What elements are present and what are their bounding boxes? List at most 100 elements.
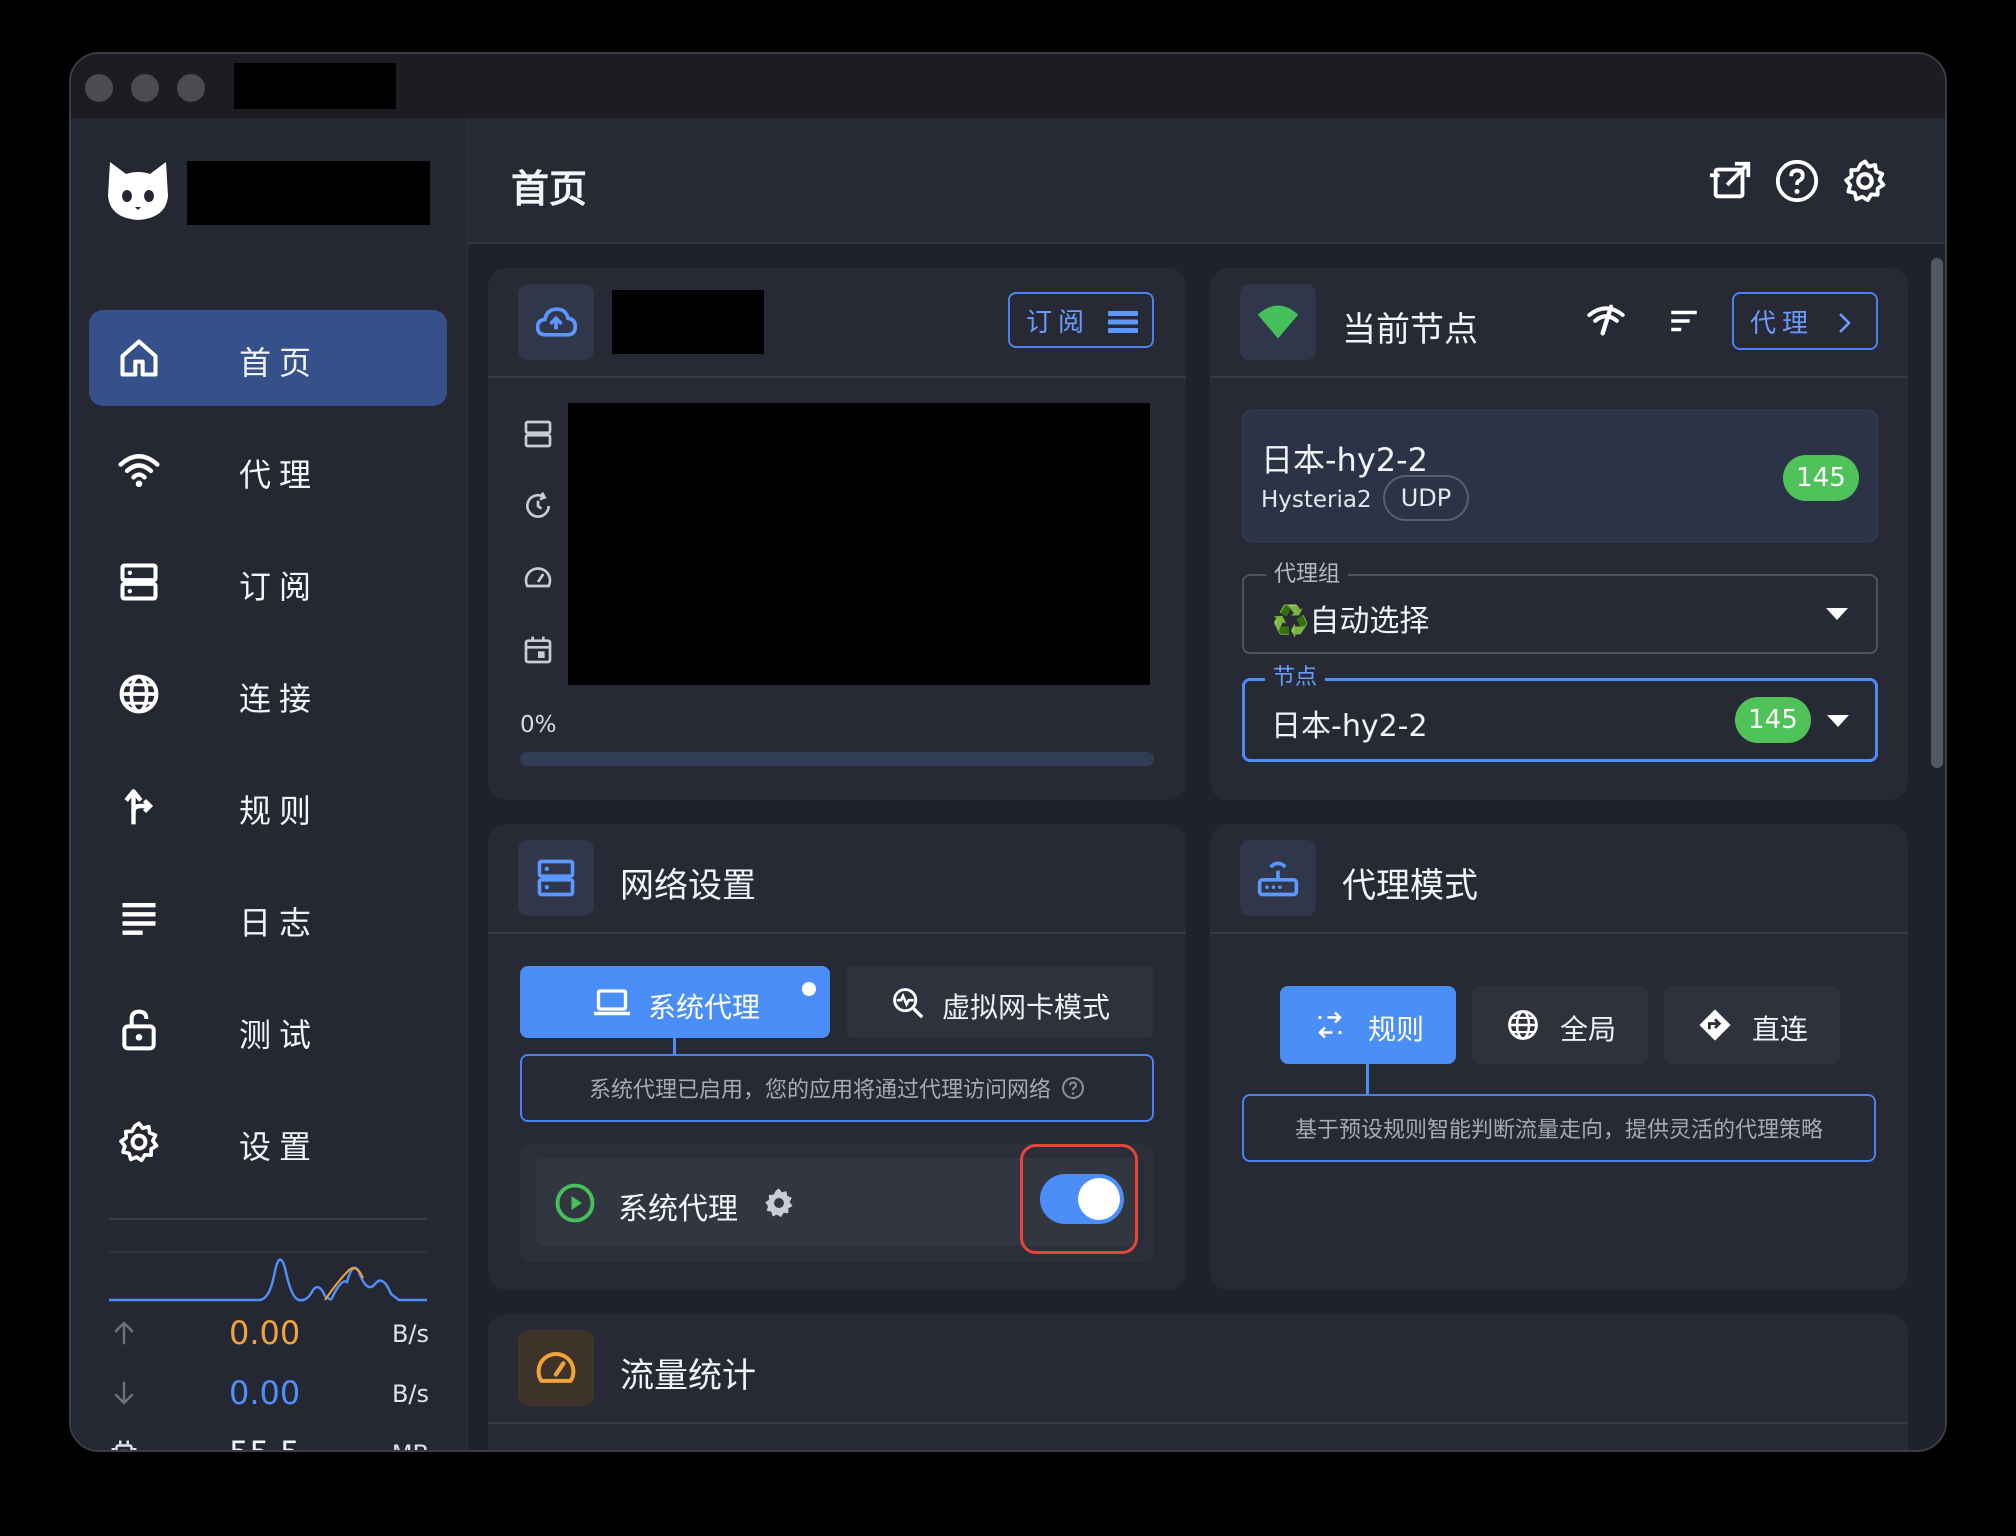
swap-arrows-icon: [1318, 1011, 1342, 1039]
node-select-label: 节点: [1265, 659, 1326, 691]
latency-test-icon[interactable]: [1584, 300, 1628, 340]
wifi-icon: [118, 454, 160, 488]
share-icon[interactable]: [1708, 158, 1754, 204]
brand-name-redacted: [187, 161, 430, 225]
cloud-upload-icon: [535, 307, 578, 337]
toggle-knob: [1078, 1178, 1120, 1220]
globe-icon: [119, 674, 159, 714]
route-icon: [124, 789, 154, 825]
sidebar-divider: [109, 1218, 427, 1220]
download-speed-row: 0.00 B/s: [109, 1374, 429, 1414]
main-content: 首页 订阅 0% 当前节点 代理 日本-hy2-2 Hysteria2 UDP …: [468, 118, 1945, 1450]
main-scrollbar[interactable]: [1931, 258, 1943, 768]
subscription-button-label: 订阅: [1026, 307, 1091, 338]
memory-value: 55.5: [229, 1434, 300, 1450]
sidebar-item-label: 设置: [239, 1128, 320, 1166]
mode-global-button[interactable]: 全局: [1472, 986, 1648, 1064]
node-transport-chip: UDP: [1383, 475, 1469, 521]
proxy-mode-info-text: 基于预设规则智能判断流量走向，提供灵活的代理策略: [1294, 1118, 1823, 1143]
upload-speed-row: 0.00 B/s: [109, 1314, 429, 1354]
current-node-card: 当前节点 代理 日本-hy2-2 Hysteria2 UDP 145 代理组 ♻…: [1210, 268, 1908, 800]
arrow-down-icon: [114, 1381, 134, 1405]
sidebar-item-label: 代理: [239, 456, 320, 494]
network-info-box: 系统代理已启用，您的应用将通过代理访问网络: [520, 1054, 1154, 1122]
sidebar-item-logs[interactable]: 日志: [89, 870, 447, 966]
sidebar-item-label: 首页: [239, 344, 320, 382]
sidebar-item-label: 规则: [239, 792, 320, 830]
current-node-panel[interactable]: 日本-hy2-2 Hysteria2 UDP 145: [1242, 410, 1878, 542]
sidebar-item-label: 测试: [239, 1016, 320, 1054]
network-settings-title: 网络设置: [620, 866, 756, 906]
page-title: 首页: [511, 167, 588, 211]
settings-icon[interactable]: [1842, 158, 1888, 204]
sidebar-item-test[interactable]: 测试: [89, 982, 447, 1078]
mode-rule-button[interactable]: 规则: [1280, 986, 1456, 1064]
network-settings-card: 网络设置 系统代理 虚拟网卡模式 系统代理已启用，您的应用将通过代理访问网络 系…: [488, 824, 1186, 1290]
chevron-right-icon: [1839, 313, 1851, 333]
tab-system-proxy[interactable]: 系统代理: [520, 966, 830, 1038]
sidebar-item-home[interactable]: 首页: [89, 310, 447, 406]
sidebar-item-proxy[interactable]: 代理: [89, 422, 447, 518]
wifi-signal-icon: [1257, 305, 1299, 339]
speedometer-icon: [536, 1352, 576, 1383]
subscription-progress-text: 0%: [520, 712, 557, 738]
server-icon: [120, 563, 158, 601]
node-protocol: Hysteria2: [1261, 487, 1372, 513]
lock-icon: [122, 1009, 156, 1051]
proxy-mode-title: 代理模式: [1342, 866, 1478, 906]
gear-icon: [119, 1121, 159, 1163]
play-circle-icon: [555, 1183, 595, 1223]
mode-rule-label: 规则: [1368, 1013, 1425, 1046]
node-select-value: 日本-hy2-2: [1271, 709, 1428, 744]
sidebar-item-subscriptions[interactable]: 订阅: [89, 534, 447, 630]
calendar-icon: [524, 636, 552, 664]
tab-tun-mode[interactable]: 虚拟网卡模式: [846, 966, 1154, 1038]
sort-icon[interactable]: [1666, 304, 1702, 338]
home-icon: [120, 339, 158, 377]
tab-connector: [673, 1038, 676, 1054]
traffic-stats-card: 流量统计: [488, 1314, 1908, 1450]
server-icon: [524, 420, 552, 448]
router-icon: [1257, 861, 1299, 897]
go-to-proxy-label: 代理: [1750, 308, 1815, 339]
caret-down-icon: [1826, 608, 1848, 620]
proxy-group-select[interactable]: 代理组 ♻️自动选择: [1242, 556, 1878, 654]
minimize-window-button[interactable]: [131, 74, 159, 102]
current-node-title: 当前节点: [1342, 310, 1478, 350]
app-window: 首页 代理 订阅 连接 规则 日志 测试 设置 0.00 B/s 0.00 B/…: [69, 52, 1947, 1452]
mode-direct-button[interactable]: 直连: [1664, 986, 1840, 1064]
titlebar: [71, 54, 1945, 118]
network-icon-box: [518, 840, 594, 916]
subscription-button[interactable]: 订阅: [1008, 292, 1154, 348]
help-circle-icon[interactable]: [1061, 1076, 1085, 1100]
sidebar-item-connections[interactable]: 连接: [89, 646, 447, 742]
system-proxy-toggle[interactable]: [1040, 1174, 1124, 1224]
system-proxy-switch-label: 系统代理: [618, 1192, 738, 1227]
proxy-group-value: ♻️自动选择: [1272, 604, 1430, 639]
help-icon[interactable]: [1774, 158, 1820, 204]
mode-connector: [1366, 1064, 1369, 1094]
sidebar-item-label: 订阅: [239, 568, 320, 606]
main-header: 首页: [468, 118, 1945, 244]
clock-refresh-icon: [526, 492, 550, 518]
direction-diamond-icon: [1699, 1009, 1731, 1041]
download-speed-unit: B/s: [391, 1380, 429, 1408]
sidebar-item-rules[interactable]: 规则: [89, 758, 447, 854]
sidebar-item-settings[interactable]: 设置: [89, 1094, 447, 1190]
node-latency-badge: 145: [1783, 455, 1859, 501]
arrow-up-icon: [114, 1321, 134, 1345]
active-indicator-dot: [802, 982, 816, 996]
speedometer-icon: [524, 567, 552, 588]
proxy-mode-header: 代理模式: [1210, 824, 1908, 934]
gear-icon[interactable]: [762, 1186, 796, 1220]
close-window-button[interactable]: [85, 74, 113, 102]
traffic-sparkline: [109, 1251, 427, 1302]
current-node-card-header: 当前节点 代理: [1210, 268, 1908, 378]
sidebar-item-label: 日志: [239, 904, 320, 942]
node-select[interactable]: 节点 日本-hy2-2 145: [1242, 659, 1878, 762]
list-icon: [122, 902, 156, 935]
network-search-icon: [893, 988, 924, 1019]
zoom-window-button[interactable]: [177, 74, 205, 102]
go-to-proxy-button[interactable]: 代理: [1732, 292, 1878, 350]
subscription-icon-box: [518, 284, 594, 360]
